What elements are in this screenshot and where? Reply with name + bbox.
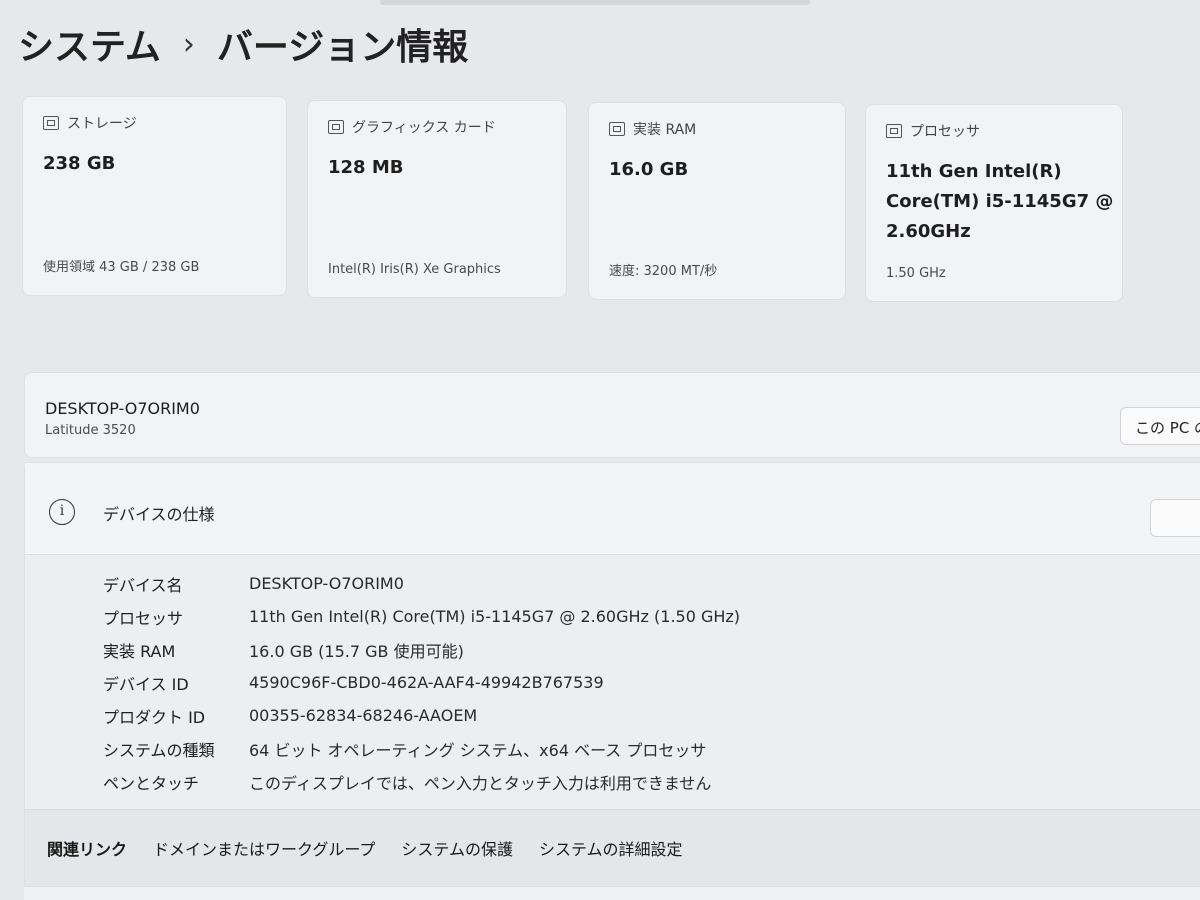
spec-row: デバイス名 DESKTOP-O7ORIM0 xyxy=(103,567,740,600)
device-name: DESKTOP-O7ORIM0 xyxy=(45,399,200,418)
processor-speed: 1.50 GHz xyxy=(886,266,946,281)
ram-speed: 速度: 3200 MT/秒 xyxy=(609,264,718,279)
spec-value: 11th Gen Intel(R) Core(TM) i5-1145G7 @ 2… xyxy=(249,607,741,626)
graphics-card-name: Intel(R) Iris(R) Xe Graphics xyxy=(328,262,501,277)
spec-row: デバイス ID 4590C96F-CBD0-462A-AAF4-49942B76… xyxy=(103,666,740,699)
next-section-edge xyxy=(24,886,1200,900)
processor-icon xyxy=(886,124,902,138)
storage-icon xyxy=(43,116,59,130)
processor-value: 11th Gen Intel(R) Core(TM) i5-1145G7 @ 2… xyxy=(886,161,1114,242)
device-model: Latitude 3520 xyxy=(45,423,136,438)
spec-value: 64 ビット オペレーティング システム、x64 ベース プロセッサ xyxy=(249,740,707,760)
ram-value: 16.0 GB xyxy=(609,159,689,180)
domain-workgroup-link[interactable]: ドメインまたはワークグループ xyxy=(153,836,375,860)
spec-label: 実装 RAM xyxy=(103,641,176,661)
spec-label: システムの種類 xyxy=(103,740,215,760)
storage-card: ストレージ 238 GB 使用領域 43 GB / 238 GB xyxy=(22,96,287,296)
device-specs-header[interactable]: i デバイスの仕様 xyxy=(25,463,1200,555)
ram-label: 実装 RAM xyxy=(633,122,697,138)
spec-table: デバイス名 DESKTOP-O7ORIM0 プロセッサ 11th Gen Int… xyxy=(103,567,740,798)
spec-value: 16.0 GB (15.7 GB 使用可能) xyxy=(249,641,464,661)
graphics-card-card: グラフィックス カード 128 MB Intel(R) Iris(R) Xe G… xyxy=(307,100,567,298)
scroll-indicator xyxy=(380,0,810,5)
spec-label: デバイス名 xyxy=(103,575,183,595)
breadcrumb: システム › バージョン情報 xyxy=(18,18,468,70)
page-title: バージョン情報 xyxy=(216,27,469,68)
spec-value: 4590C96F-CBD0-462A-AAF4-49942B767539 xyxy=(249,673,604,692)
device-specs-section: i デバイスの仕様 デバイス名 DESKTOP-O7ORIM0 プロセッサ 11… xyxy=(24,462,1200,892)
spec-label: ペンとタッチ xyxy=(103,773,200,793)
spec-row: ペンとタッチ このディスプレイでは、ペン入力とタッチ入力は利用できません xyxy=(103,765,740,798)
storage-label: ストレージ xyxy=(67,116,137,132)
advanced-system-settings-link[interactable]: システムの詳細設定 xyxy=(539,836,683,860)
device-specs-title: デバイスの仕様 xyxy=(103,505,215,524)
processor-card: プロセッサ 11th Gen Intel(R) Core(TM) i5-1145… xyxy=(865,104,1123,302)
spec-row: プロセッサ 11th Gen Intel(R) Core(TM) i5-1145… xyxy=(103,600,740,633)
breadcrumb-separator-icon: › xyxy=(182,26,195,62)
rename-pc-button[interactable]: この PC の xyxy=(1120,407,1200,445)
system-protection-link[interactable]: システムの保護 xyxy=(401,836,513,860)
related-links-title: 関連リンク xyxy=(47,840,128,859)
processor-label: プロセッサ xyxy=(910,124,980,140)
storage-usage: 使用領域 43 GB / 238 GB xyxy=(43,260,200,275)
ram-card: 実装 RAM 16.0 GB 速度: 3200 MT/秒 xyxy=(588,102,846,300)
memory-icon xyxy=(609,122,625,136)
graphics-card-label: グラフィックス カード xyxy=(352,120,496,136)
spec-row: 実装 RAM 16.0 GB (15.7 GB 使用可能) xyxy=(103,633,740,666)
graphics-card-icon xyxy=(328,120,344,134)
graphics-card-value: 128 MB xyxy=(328,157,404,178)
info-icon: i xyxy=(49,499,75,525)
spec-label: デバイス ID xyxy=(103,674,189,694)
copy-button[interactable] xyxy=(1150,499,1200,537)
spec-label: プロダクト ID xyxy=(103,707,206,727)
storage-value: 238 GB xyxy=(43,153,116,174)
device-name-panel: DESKTOP-O7ORIM0 Latitude 3520 この PC の xyxy=(24,372,1200,458)
related-links: 関連リンク ドメインまたはワークグループ システムの保護 システムの詳細設定 xyxy=(25,809,1200,887)
spec-label: プロセッサ xyxy=(103,608,184,628)
spec-value: 00355-62834-68246-AAOEM xyxy=(249,706,478,725)
spec-value: DESKTOP-O7ORIM0 xyxy=(249,574,404,593)
spec-row: プロダクト ID 00355-62834-68246-AAOEM xyxy=(103,699,740,732)
spec-value: このディスプレイでは、ペン入力とタッチ入力は利用できません xyxy=(249,773,712,793)
about-page: システム › バージョン情報 ストレージ 238 GB 使用領域 43 GB /… xyxy=(0,0,1200,900)
breadcrumb-parent[interactable]: システム xyxy=(18,18,161,70)
spec-row: システムの種類 64 ビット オペレーティング システム、x64 ベース プロセ… xyxy=(103,732,740,765)
